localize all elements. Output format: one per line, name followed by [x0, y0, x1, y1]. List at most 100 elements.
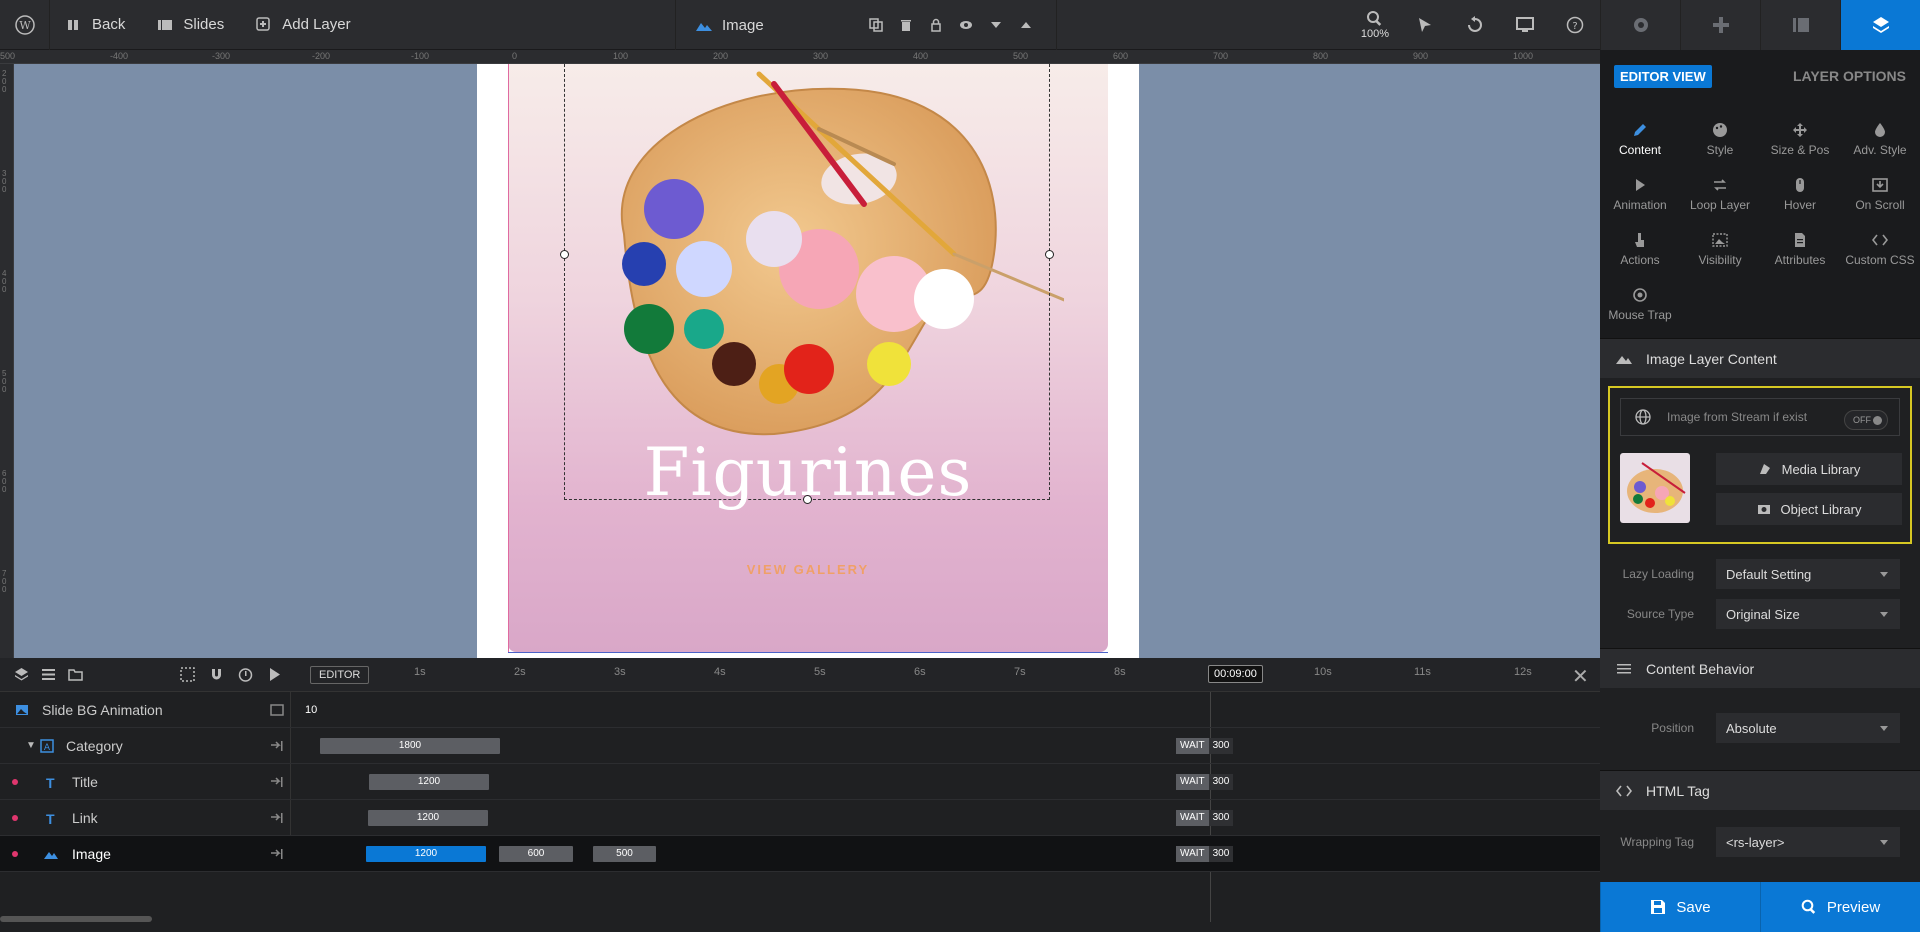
add-layer-icon	[256, 16, 270, 31]
magnet-icon[interactable]	[209, 667, 224, 682]
tab-layers[interactable]	[1840, 0, 1920, 50]
close-icon[interactable]: ✕	[1572, 664, 1589, 689]
pointer-tool[interactable]	[1400, 0, 1450, 50]
ruler-tick: 700	[1213, 51, 1229, 61]
wait-value: 300	[1208, 774, 1234, 790]
section-html-tag[interactable]: HTML Tag	[1600, 770, 1920, 810]
option-attributes[interactable]: Attributes	[1760, 222, 1840, 277]
time-tick: 4s	[714, 666, 726, 678]
horizontal-scrollbar[interactable]	[0, 916, 152, 922]
hover-bar[interactable]: 500	[593, 846, 656, 862]
timeline-row[interactable]: T Link 1200 WAIT 300	[0, 800, 1600, 836]
position-select[interactable]: Absolute	[1716, 713, 1900, 743]
option-size-pos[interactable]: Size & Pos	[1760, 112, 1840, 167]
position-row: Position Absolute	[1600, 708, 1920, 748]
resize-handle[interactable]	[1045, 250, 1054, 259]
timeline-row[interactable]: Slide BG Animation 10	[0, 692, 1600, 728]
menu-icon	[1617, 663, 1631, 673]
loop-bar[interactable]: 600	[499, 846, 573, 862]
option-style[interactable]: Style	[1680, 112, 1760, 167]
tab-slide[interactable]	[1760, 0, 1840, 50]
selected-layer-name[interactable]: Image	[722, 17, 764, 34]
slide-title-text[interactable]: Figurines	[508, 434, 1108, 511]
timeline-row[interactable]: ▼ A Category 1800 WAIT 300	[0, 728, 1600, 764]
option-visibility[interactable]: Visibility	[1680, 222, 1760, 277]
slides-button[interactable]: Slides	[141, 0, 240, 50]
tab-settings[interactable]	[1600, 0, 1680, 50]
wordpress-logo-icon[interactable]: W	[0, 0, 50, 50]
view-gallery-link[interactable]: VIEW GALLERY	[508, 562, 1108, 577]
help-tool[interactable]: ?	[1550, 0, 1600, 50]
device-desktop[interactable]	[1500, 0, 1550, 50]
expand-end-icon[interactable]	[270, 775, 284, 789]
grid-snap-icon[interactable]	[180, 667, 195, 682]
expand-end-icon[interactable]	[270, 811, 284, 825]
on-scroll-icon	[1872, 178, 1888, 192]
editor-mode-button[interactable]: EDITOR	[310, 666, 370, 684]
option-animation[interactable]: Animation	[1600, 167, 1680, 222]
preview-button[interactable]: Preview	[1760, 882, 1920, 932]
play-icon[interactable]	[267, 667, 282, 682]
save-bar: Save Preview	[1600, 882, 1920, 932]
option-adv-style[interactable]: Adv. Style	[1840, 112, 1920, 167]
object-library-button[interactable]: Object Library	[1716, 493, 1902, 525]
tab-navigation[interactable]	[1680, 0, 1760, 50]
view-tools: 100% ?	[1350, 0, 1600, 50]
row-label: Slide BG Animation	[42, 701, 163, 718]
wait-badge[interactable]: WAIT 300	[1176, 810, 1234, 826]
list-icon[interactable]	[41, 667, 56, 682]
option-content[interactable]: Content	[1600, 112, 1680, 167]
editor-view-button[interactable]: EDITOR VIEW	[1614, 64, 1712, 88]
stream-toggle[interactable]: OFF	[1844, 410, 1888, 430]
current-time[interactable]: 00:09:00	[1208, 665, 1263, 683]
option-hover[interactable]: Hover	[1760, 167, 1840, 222]
option-loop-layer[interactable]: Loop Layer	[1680, 167, 1760, 222]
timer-icon[interactable]	[238, 667, 253, 682]
wait-badge[interactable]: WAIT 300	[1176, 738, 1234, 754]
lock-icon[interactable]	[928, 17, 944, 33]
media-icon	[1759, 464, 1770, 474]
wrapping-tag-select[interactable]: <rs-layer>	[1716, 827, 1900, 857]
section-image-layer-content[interactable]: Image Layer Content	[1600, 338, 1920, 378]
ruler-tick: 100	[613, 51, 629, 61]
animation-bar[interactable]: 1200	[368, 810, 488, 826]
source-type-select[interactable]: Original Size	[1716, 599, 1900, 629]
option-mouse-trap[interactable]: Mouse Trap	[1600, 277, 1680, 332]
slides-icon	[158, 19, 173, 30]
lazy-loading-select[interactable]: Default Setting	[1716, 559, 1900, 589]
zoom-control[interactable]: 100%	[1350, 0, 1400, 50]
animation-bar[interactable]: 1200	[366, 846, 486, 862]
animation-bar[interactable]: 1200	[369, 774, 489, 790]
expand-end-icon[interactable]	[270, 847, 284, 861]
image-thumbnail[interactable]	[1620, 453, 1690, 523]
ruler-tick: 1000	[1513, 51, 1534, 61]
time-tick: 2s	[514, 666, 526, 678]
eye-icon[interactable]	[958, 17, 974, 33]
folder-icon[interactable]	[68, 667, 83, 682]
ruler-tick: 500	[0, 51, 16, 61]
option-on-scroll[interactable]: On Scroll	[1840, 167, 1920, 222]
back-button[interactable]: Back	[50, 0, 141, 50]
timeline-row-selected[interactable]: Image 1200 600 500 WAIT 300	[0, 836, 1600, 872]
animation-bar[interactable]: 1800	[320, 738, 500, 754]
resize-handle[interactable]	[560, 250, 569, 259]
collapse-icon[interactable]: ▼	[26, 740, 36, 751]
section-content-behavior[interactable]: Content Behavior	[1600, 648, 1920, 688]
move-down-icon[interactable]	[988, 17, 1004, 33]
slide-bg-icon[interactable]	[270, 703, 284, 717]
timeline-row[interactable]: T Title 1200 WAIT 300	[0, 764, 1600, 800]
media-library-button[interactable]: Media Library	[1716, 453, 1902, 485]
option-actions[interactable]: Actions	[1600, 222, 1680, 277]
undo-tool[interactable]	[1450, 0, 1500, 50]
option-custom-css[interactable]: Custom CSS	[1840, 222, 1920, 277]
duplicate-icon[interactable]	[868, 17, 884, 33]
layers-icon[interactable]	[14, 667, 29, 682]
add-layer-button[interactable]: Add Layer	[240, 0, 366, 50]
delete-icon[interactable]	[898, 17, 914, 33]
save-button[interactable]: Save	[1600, 882, 1760, 932]
wait-badge[interactable]: WAIT 300	[1176, 774, 1234, 790]
expand-end-icon[interactable]	[270, 739, 284, 753]
slide-canvas[interactable]: Figurines VIEW GALLERY	[14, 64, 1600, 658]
wait-badge[interactable]: WAIT 300	[1176, 846, 1234, 862]
move-up-icon[interactable]	[1018, 17, 1034, 33]
